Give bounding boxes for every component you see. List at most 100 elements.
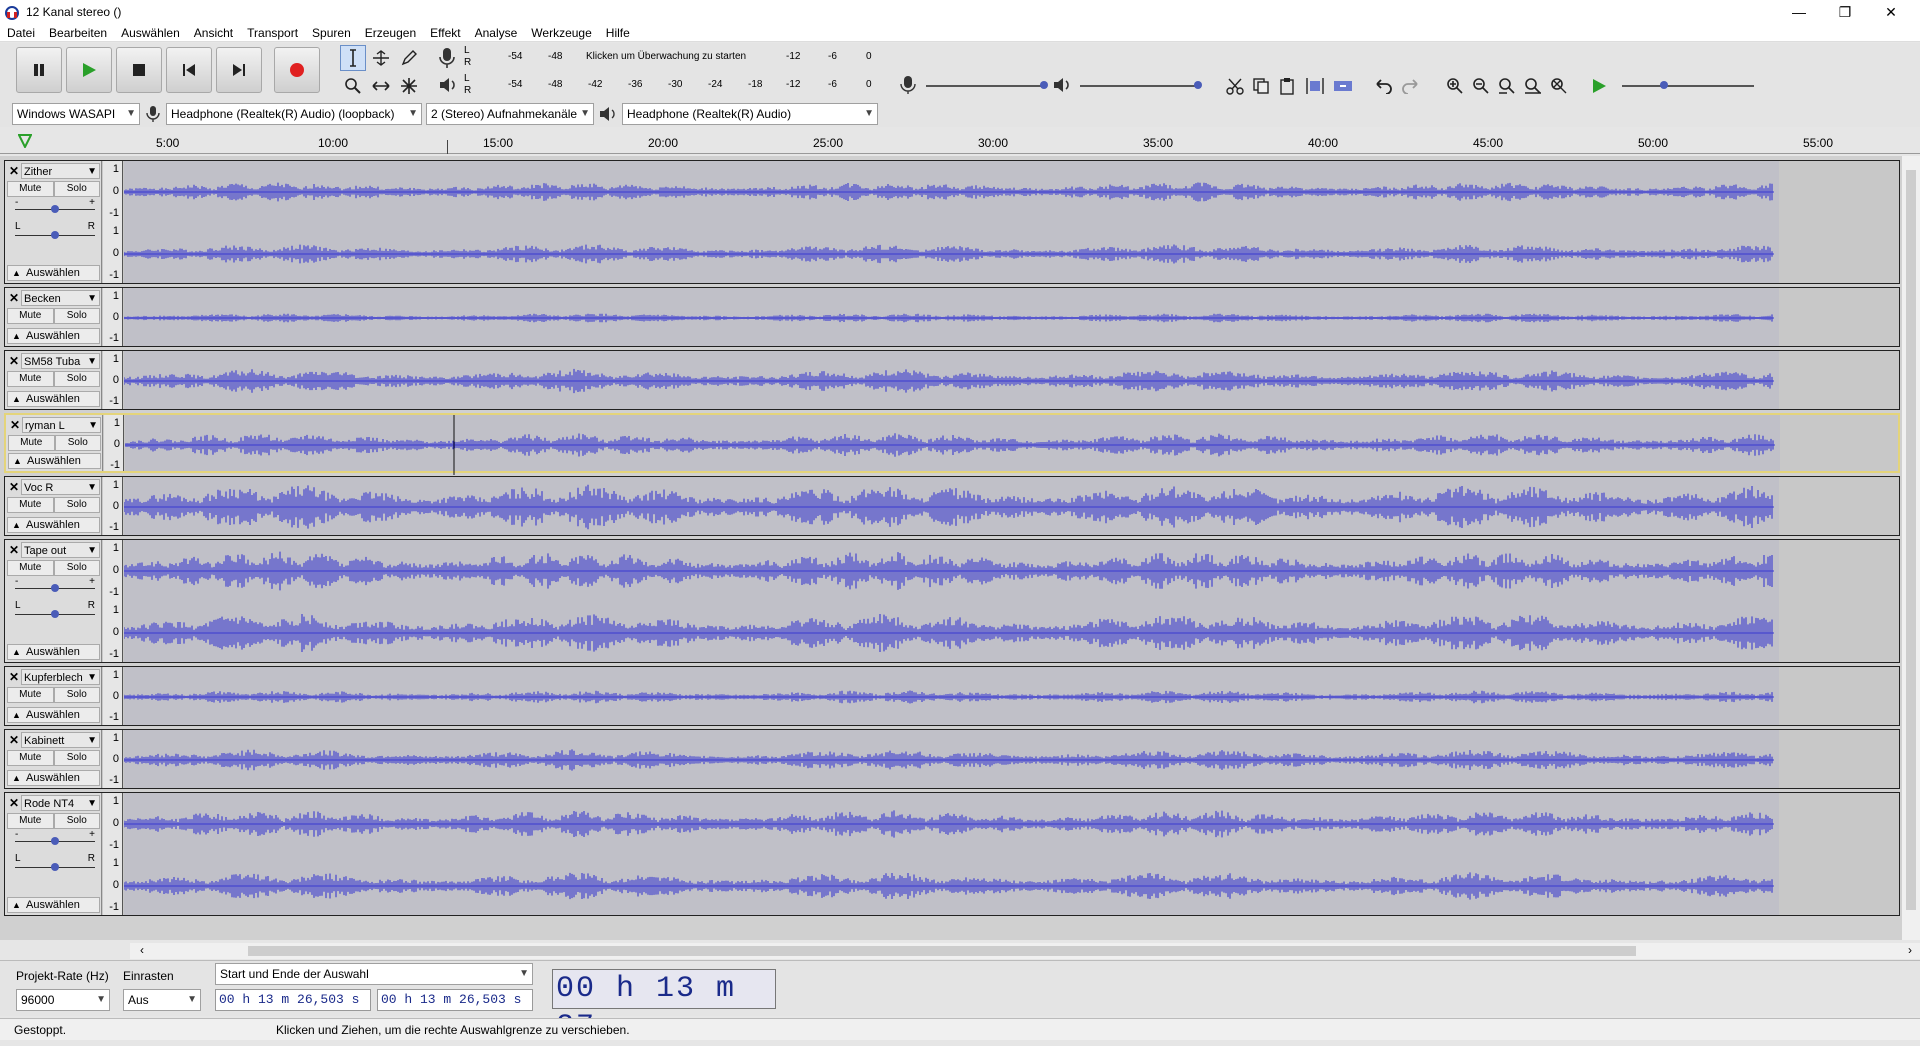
zoom-in-button[interactable]: [1442, 73, 1468, 99]
playback-volume-thumb[interactable]: [1194, 81, 1202, 89]
vertical-scale[interactable]: 1 0 -1: [103, 351, 123, 409]
gain-slider[interactable]: - +: [15, 829, 95, 849]
play-button[interactable]: [66, 47, 112, 93]
track-name-menu[interactable]: Kabinett ▼: [21, 732, 100, 748]
timeline-ruler[interactable]: 5:00 10:00 15:00 20:00 25:00 30:00 35:00…: [0, 128, 1920, 154]
mute-button[interactable]: Mute: [7, 687, 54, 703]
track-control-panel[interactable]: ✕ Tape out ▼ Mute Solo - + L R ▲ Auswählen: [5, 540, 102, 662]
vertical-scale[interactable]: 1 0 -1 1 0 -1: [103, 161, 123, 283]
play-speed-slider[interactable]: [1622, 85, 1754, 87]
menu-hilfe[interactable]: Hilfe: [606, 26, 630, 40]
selection-end-time[interactable]: 00 h 13 m 26,503 s: [377, 989, 533, 1011]
selection-tool[interactable]: [340, 45, 366, 71]
track-name-menu[interactable]: Zither ▼: [21, 163, 100, 179]
record-meter[interactable]: L R -54 -48 Klicken um Überwachung zu st…: [462, 45, 876, 71]
skip-to-end-button[interactable]: [216, 47, 262, 93]
pan-thumb[interactable]: [51, 863, 59, 871]
track[interactable]: ✕ Kupferblech ▼ Mute Solo ▲ Auswählen 1 0 -…: [4, 666, 1900, 726]
waveform[interactable]: [124, 793, 1779, 915]
solo-button[interactable]: Solo: [53, 813, 100, 829]
pause-button[interactable]: [16, 47, 62, 93]
menu-bearbeiten[interactable]: Bearbeiten: [49, 26, 107, 40]
select-track-button[interactable]: ▲ Auswählen: [8, 453, 101, 469]
skip-to-start-button[interactable]: [166, 47, 212, 93]
track[interactable]: ✕ Becken ▼ Mute Solo ▲ Auswählen 1 0 -1: [4, 287, 1900, 347]
solo-button[interactable]: Solo: [53, 687, 100, 703]
close-track-icon[interactable]: ✕: [8, 417, 22, 433]
selection-start-time[interactable]: 00 h 13 m 26,503 s: [215, 989, 371, 1011]
pan-thumb[interactable]: [51, 231, 59, 239]
vertical-scroll-thumb[interactable]: [1906, 170, 1916, 910]
solo-button[interactable]: Solo: [53, 371, 100, 387]
solo-button[interactable]: Solo: [53, 308, 100, 324]
play-speed-thumb[interactable]: [1660, 81, 1668, 89]
vertical-scrollbar[interactable]: [1902, 156, 1920, 940]
select-track-button[interactable]: ▲ Auswählen: [7, 265, 100, 281]
speaker-icon[interactable]: [438, 75, 458, 95]
track-control-panel[interactable]: ✕ Kabinett ▼ Mute Solo ▲ Auswählen: [5, 730, 102, 788]
menu-werkzeuge[interactable]: Werkzeuge: [531, 26, 591, 40]
track[interactable]: ✕ Voc R ▼ Mute Solo ▲ Auswählen 1 0 -1: [4, 476, 1900, 536]
vertical-scale[interactable]: 1 0 -1: [103, 288, 123, 346]
track-control-panel[interactable]: ✕ Kupferblech ▼ Mute Solo ▲ Auswählen: [5, 667, 102, 725]
solo-button[interactable]: Solo: [53, 750, 100, 766]
microphone-icon[interactable]: [438, 47, 456, 69]
audio-host-select[interactable]: Windows WASAPI ▼: [12, 103, 140, 125]
track-name-menu[interactable]: ryman L ▼: [22, 417, 101, 433]
close-track-icon[interactable]: ✕: [7, 795, 21, 811]
close-track-icon[interactable]: ✕: [7, 542, 21, 558]
zoom-toggle-button[interactable]: [1546, 73, 1572, 99]
scroll-right-icon[interactable]: ›: [1908, 943, 1912, 957]
silence-button[interactable]: [1330, 73, 1356, 99]
menu-erzeugen[interactable]: Erzeugen: [365, 26, 416, 40]
vertical-scale[interactable]: 1 0 -1: [104, 415, 124, 471]
cut-button[interactable]: [1222, 73, 1248, 99]
select-track-button[interactable]: ▲ Auswählen: [7, 328, 100, 344]
vertical-scale[interactable]: 1 0 -1 1 0 -1: [103, 540, 123, 662]
gain-thumb[interactable]: [51, 584, 59, 592]
track-control-panel[interactable]: ✕ Zither ▼ Mute Solo - + L R ▲ Auswählen: [5, 161, 102, 283]
mute-button[interactable]: Mute: [7, 560, 54, 576]
menu-transport[interactable]: Transport: [247, 26, 298, 40]
track-control-panel[interactable]: ✕ Voc R ▼ Mute Solo ▲ Auswählen: [5, 477, 102, 535]
track[interactable]: ✕ ryman L ▼ Mute Solo ▲ Auswählen 1 0 -1: [4, 413, 1900, 475]
track[interactable]: ✕ Zither ▼ Mute Solo - + L R ▲ Auswählen 1: [4, 160, 1900, 284]
time-shift-tool[interactable]: [368, 73, 394, 99]
select-track-button[interactable]: ▲ Auswählen: [7, 770, 100, 786]
mute-button[interactable]: Mute: [7, 750, 54, 766]
close-track-icon[interactable]: ✕: [7, 479, 21, 495]
select-track-button[interactable]: ▲ Auswählen: [7, 897, 100, 913]
pinned-play-head-icon[interactable]: [18, 134, 32, 148]
record-button[interactable]: [274, 47, 320, 93]
mute-button[interactable]: Mute: [7, 497, 54, 513]
fit-project-button[interactable]: [1520, 73, 1546, 99]
track[interactable]: ✕ SM58 Tuba ▼ Mute Solo ▲ Auswählen 1 0 -1: [4, 350, 1900, 410]
track-control-panel[interactable]: ✕ SM58 Tuba ▼ Mute Solo ▲ Auswählen: [5, 351, 102, 409]
gain-slider[interactable]: - +: [15, 576, 95, 596]
empty-track-region[interactable]: [1780, 540, 1897, 662]
stop-button[interactable]: [116, 47, 162, 93]
horizontal-scroll-thumb[interactable]: [248, 946, 1636, 956]
waveform[interactable]: [124, 730, 1779, 788]
close-track-icon[interactable]: ✕: [7, 732, 21, 748]
pan-slider[interactable]: L R: [15, 600, 95, 622]
audio-position-display[interactable]: 00 h 13 m 27 s: [552, 969, 776, 1044]
menu-auswaehlen[interactable]: Auswählen: [121, 26, 180, 40]
menu-ansicht[interactable]: Ansicht: [194, 26, 233, 40]
track-name-menu[interactable]: Kupferblech ▼: [21, 669, 100, 685]
close-track-icon[interactable]: ✕: [7, 669, 21, 685]
track-control-panel[interactable]: ✕ Rode NT4 ▼ Mute Solo - + L R ▲ Auswählen: [5, 793, 102, 915]
recording-volume-slider[interactable]: [926, 85, 1044, 87]
close-track-icon[interactable]: ✕: [7, 353, 21, 369]
zoom-tool[interactable]: [340, 73, 366, 99]
track-name-menu[interactable]: Tape out ▼: [21, 542, 100, 558]
solo-button[interactable]: Solo: [53, 560, 100, 576]
track-name-menu[interactable]: Rode NT4 ▼: [21, 795, 100, 811]
fit-selection-button[interactable]: [1494, 73, 1520, 99]
project-rate-select[interactable]: 96000 ▼: [16, 989, 110, 1011]
maximize-button[interactable]: ❐: [1822, 0, 1868, 24]
menu-datei[interactable]: Datei: [7, 26, 35, 40]
empty-track-region[interactable]: [1780, 477, 1897, 535]
empty-track-region[interactable]: [1781, 415, 1898, 471]
solo-button[interactable]: Solo: [53, 181, 100, 197]
